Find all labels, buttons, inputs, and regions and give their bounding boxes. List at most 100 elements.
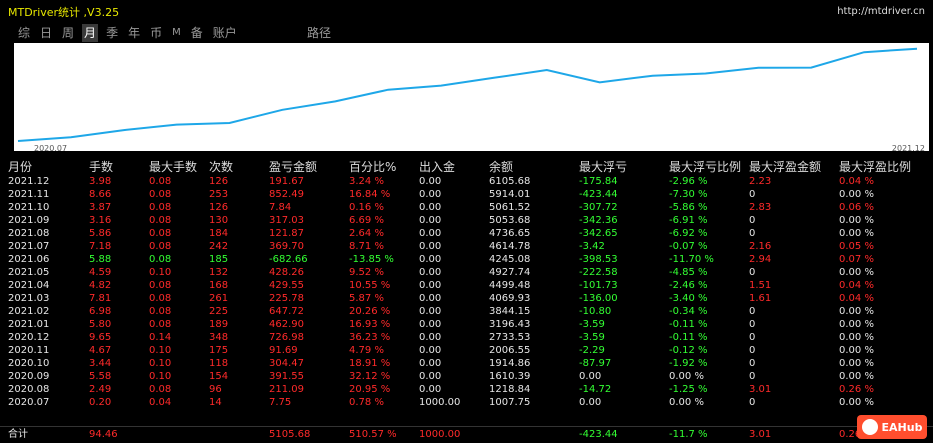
table-cell: 0.10 xyxy=(149,267,172,278)
table-cell: -13.85 % xyxy=(349,254,394,265)
tab-path[interactable]: 路径 xyxy=(307,24,331,42)
table-cell: 0 xyxy=(749,306,756,317)
header-cell[interactable]: 出入金 xyxy=(419,158,455,175)
table-row[interactable]: 2021.10 3.87 0.08 126 7.84 0.16 % 0.00 5061.52 -… xyxy=(0,201,933,214)
table-cell: 0.00 xyxy=(419,371,442,382)
table-cell: 0.00 % xyxy=(839,215,874,226)
header-cell[interactable]: 次数 xyxy=(209,158,233,175)
table-cell: 0.08 xyxy=(149,228,172,239)
header-cell[interactable]: 月份 xyxy=(8,158,32,175)
table-row[interactable]: 2020.10 3.44 0.10 118 304.47 18.91 % 0.00 1914.… xyxy=(0,357,933,370)
header-cell[interactable]: 最大浮盈金额 xyxy=(749,158,821,175)
table-row[interactable]: 2020.08 2.49 0.08 96 211.09 20.95 % 0.00 1218.8… xyxy=(0,383,933,396)
chart-x-start-label: 2020.07 xyxy=(34,144,68,153)
table-header: 月份 手数 最大手数 次数 盈亏金额 百分比% 出入金 余额 最大浮亏 最大浮亏比例 最大浮盈金额 最… xyxy=(0,158,933,174)
table-cell: 0.00 % xyxy=(839,306,874,317)
table-cell: 2020.10 xyxy=(8,358,50,369)
tab-6[interactable]: 币 xyxy=(148,24,164,42)
table-row[interactable]: 2020.12 9.65 0.14 348 726.98 36.23 % 0.00 2733.… xyxy=(0,331,933,344)
table-cell: 0.10 xyxy=(149,358,172,369)
table-cell: 2020.11 xyxy=(8,345,50,356)
table-cell: 225 xyxy=(209,306,229,317)
table-row[interactable]: 2021.04 4.82 0.08 168 429.55 10.55 % 0.00 4499.… xyxy=(0,279,933,292)
table-row[interactable]: 2021.03 7.81 0.08 261 225.78 5.87 % 0.00 4069.9… xyxy=(0,292,933,305)
tab-2[interactable]: 周 xyxy=(60,24,76,42)
table-row[interactable]: 2021.08 5.86 0.08 184 121.87 2.64 % 0.00 4736.6… xyxy=(0,227,933,240)
table-cell: 2021.11 xyxy=(8,189,50,200)
table-cell: 6.69 % xyxy=(349,215,384,226)
balance-chart: 2020.07 2021.12 xyxy=(14,43,929,153)
table-row[interactable]: 2020.07 0.20 0.04 14 7.75 0.78 % 1000.00 1007.7… xyxy=(0,396,933,409)
table-cell: 5.58 xyxy=(89,371,112,382)
table-cell: 3.16 xyxy=(89,215,112,226)
tab-1[interactable]: 日 xyxy=(38,24,54,42)
table-cell: -7.30 % xyxy=(669,189,708,200)
table-row[interactable]: 2021.09 3.16 0.08 130 317.03 6.69 % 0.00 5053.6… xyxy=(0,214,933,227)
total-cell: -423.44 xyxy=(579,429,618,440)
table-cell: 462.90 xyxy=(269,319,304,330)
table-cell: 0.14 xyxy=(149,332,172,343)
table-cell: 317.03 xyxy=(269,215,304,226)
site-url[interactable]: http://mtdriver.cn xyxy=(837,6,925,17)
table-cell: 154 xyxy=(209,371,229,382)
header-cell[interactable]: 余额 xyxy=(489,158,513,175)
table-cell: 0.78 % xyxy=(349,397,384,408)
table-row[interactable]: 2021.06 5.88 0.08 185 -682.66 -13.85 % 0.00 424… xyxy=(0,253,933,266)
table-cell: 0.07 % xyxy=(839,254,874,265)
table-cell: 121.87 xyxy=(269,228,304,239)
table-cell: -0.34 % xyxy=(669,306,708,317)
table-row[interactable]: 2021.01 5.80 0.08 189 462.90 16.93 % 0.00 3196.… xyxy=(0,318,933,331)
table-cell: 0.00 % xyxy=(669,371,704,382)
table-cell: 369.70 xyxy=(269,241,304,252)
header-cell[interactable]: 盈亏金额 xyxy=(269,158,317,175)
table-cell: 0.08 xyxy=(149,202,172,213)
table-cell: 1610.39 xyxy=(489,371,531,382)
header-cell[interactable]: 最大浮亏比例 xyxy=(669,158,741,175)
table-cell: 0 xyxy=(749,371,756,382)
table-cell: 0.08 xyxy=(149,293,172,304)
table-cell: 391.55 xyxy=(269,371,304,382)
tab-9[interactable]: 账户 xyxy=(211,24,239,42)
table-cell: 7.84 xyxy=(269,202,292,213)
table-cell: 1007.75 xyxy=(489,397,531,408)
table-cell: 261 xyxy=(209,293,229,304)
header-cell[interactable]: 百分比% xyxy=(349,158,396,175)
table-row[interactable]: 2021.05 4.59 0.10 132 428.26 9.52 % 0.00 4927.7… xyxy=(0,266,933,279)
table-cell: -0.11 % xyxy=(669,332,708,343)
table-row[interactable]: 2020.09 5.58 0.10 154 391.55 32.12 % 0.00 1610.… xyxy=(0,370,933,383)
tab-0[interactable]: 综 xyxy=(16,24,32,42)
table-cell: 0.00 xyxy=(419,228,442,239)
monthly-stats-table: 2021.12 3.98 0.08 126 191.67 3.24 % 0.00 6105.6… xyxy=(0,175,933,409)
header-cell[interactable]: 最大浮盈比例 xyxy=(839,158,911,175)
table-cell: 2021.12 xyxy=(8,176,50,187)
table-cell: 304.47 xyxy=(269,358,304,369)
header-cell[interactable]: 手数 xyxy=(89,158,113,175)
table-cell: 175 xyxy=(209,345,229,356)
table-row[interactable]: 2020.11 4.67 0.10 175 91.69 4.79 % 0.00 2006.55… xyxy=(0,344,933,357)
table-cell: 0.08 xyxy=(149,241,172,252)
table-cell: -101.73 xyxy=(579,280,618,291)
tab-3[interactable]: 月 xyxy=(82,24,99,42)
table-cell: 0.20 xyxy=(89,397,112,408)
table-row[interactable]: 2021.07 7.18 0.08 242 369.70 8.71 % 0.00 4614.7… xyxy=(0,240,933,253)
table-row[interactable]: 2021.02 6.98 0.08 225 647.72 20.26 % 0.00 3844.… xyxy=(0,305,933,318)
table-row[interactable]: 2021.11 8.66 0.08 253 852.49 16.84 % 0.00 5914.… xyxy=(0,188,933,201)
tab-8[interactable]: 备 xyxy=(189,24,205,42)
header-cell[interactable]: 最大浮亏 xyxy=(579,158,627,175)
table-cell: -4.85 % xyxy=(669,267,708,278)
table-cell: 1000.00 xyxy=(419,397,461,408)
table-cell: 0.00 xyxy=(419,358,442,369)
table-cell: 0.00 % xyxy=(839,267,874,278)
table-cell: -0.12 % xyxy=(669,345,708,356)
table-cell: -175.84 xyxy=(579,176,618,187)
table-cell: 5914.01 xyxy=(489,189,531,200)
table-cell: 225.78 xyxy=(269,293,304,304)
tab-7[interactable]: M xyxy=(170,24,183,42)
table-row[interactable]: 2021.12 3.98 0.08 126 191.67 3.24 % 0.00 6105.6… xyxy=(0,175,933,188)
table-cell: 0.00 xyxy=(419,280,442,291)
tab-4[interactable]: 季 xyxy=(104,24,120,42)
tab-5[interactable]: 年 xyxy=(126,24,142,42)
table-cell: 1.61 xyxy=(749,293,772,304)
table-cell: 2.16 xyxy=(749,241,772,252)
header-cell[interactable]: 最大手数 xyxy=(149,158,197,175)
